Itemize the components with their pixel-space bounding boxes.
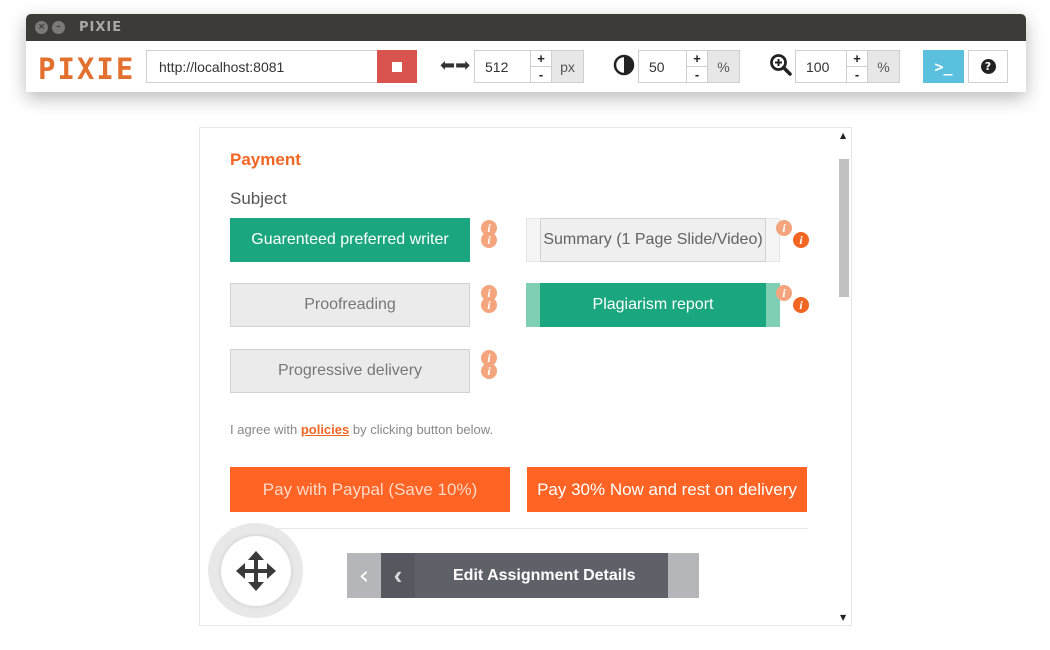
help-button[interactable]: ? — [968, 50, 1008, 83]
edit-assignment-label: Edit Assignment Details — [453, 566, 636, 584]
scroll-up-icon[interactable]: ▲ — [840, 131, 846, 140]
zoom-icon — [769, 53, 793, 82]
chevron-left-icon: ‹ — [358, 560, 370, 591]
move-handle[interactable] — [208, 523, 303, 618]
option-proofreading[interactable]: Proofreading — [230, 283, 470, 327]
title-bar: × – PIXIE — [26, 14, 1026, 41]
width-decrement-button[interactable]: - — [531, 67, 551, 82]
pixie-logo: PIXIE — [38, 52, 136, 86]
zoom-increment-button[interactable]: + — [847, 51, 867, 67]
opacity-decrement-button[interactable]: - — [687, 67, 707, 82]
agreement-prefix: I agree with — [230, 422, 301, 437]
option-guaranteed-writer[interactable]: Guarenteed preferred writer — [230, 218, 470, 262]
pay-paypal-button[interactable]: Pay with Paypal (Save 10%) — [230, 467, 510, 512]
move-arrows-icon — [235, 550, 276, 591]
info-icon[interactable]: i — [793, 297, 809, 313]
zoom-stepper: + - — [846, 50, 868, 83]
console-button[interactable]: >_ — [923, 50, 964, 83]
agreement-text: I agree with policies by clicking button… — [230, 422, 493, 437]
zoom-unit: % — [868, 50, 900, 83]
zoom-decrement-button[interactable]: - — [847, 67, 867, 82]
info-icon[interactable]: i — [776, 220, 792, 236]
minimize-window-icon[interactable]: – — [52, 21, 65, 34]
width-control: + - px — [474, 50, 584, 83]
option-plagiarism[interactable]: Plagiarism report — [540, 283, 766, 327]
help-icon: ? — [980, 59, 996, 74]
contrast-icon — [613, 54, 635, 81]
info-icon[interactable]: i — [776, 285, 792, 301]
close-window-icon[interactable]: × — [35, 21, 48, 34]
opacity-stepper: + - — [686, 50, 708, 83]
zoom-input[interactable] — [795, 50, 846, 83]
stop-button[interactable] — [377, 50, 417, 83]
info-icon[interactable]: i — [481, 297, 497, 313]
zoom-control: + - % — [795, 50, 900, 83]
pay-paypal-label: Pay with Paypal (Save 10%) — [262, 479, 478, 499]
agreement-suffix: by clicking button below. — [349, 422, 494, 437]
url-input[interactable] — [146, 50, 378, 83]
info-icon[interactable]: i — [793, 232, 809, 248]
width-arrows-icon: ⬅➡ — [440, 55, 471, 76]
subject-label: Subject — [230, 189, 287, 208]
pay-30-now-button[interactable]: Pay 30% Now and rest on delivery — [527, 467, 807, 512]
move-handle-inner[interactable] — [220, 535, 291, 606]
terminal-icon: >_ — [934, 57, 953, 76]
payment-heading: Payment — [230, 150, 301, 169]
toolbar: PIXIE ⬅➡ + - px + - % — [26, 41, 1026, 92]
option-progressive-delivery[interactable]: Progressive delivery — [230, 349, 470, 393]
divider — [230, 528, 808, 529]
edit-assignment-button[interactable]: ‹ Edit Assignment Details — [381, 553, 668, 598]
chevron-left-icon: ‹ — [381, 553, 415, 598]
opacity-control: + - % — [638, 50, 740, 83]
pixie-window: × – PIXIE PIXIE ⬅➡ + - px + - % — [26, 14, 1026, 92]
width-stepper: + - — [530, 50, 552, 83]
option-summary[interactable]: Summary (1 Page Slide/Video) — [540, 218, 766, 262]
opacity-unit: % — [708, 50, 740, 83]
scroll-thumb[interactable] — [839, 159, 849, 297]
policies-link[interactable]: policies — [301, 422, 349, 437]
width-increment-button[interactable]: + — [531, 51, 551, 67]
opacity-input[interactable] — [638, 50, 686, 83]
window-title: PIXIE — [79, 20, 123, 35]
info-icon[interactable]: i — [481, 363, 497, 379]
scroll-down-icon[interactable]: ▼ — [840, 613, 846, 622]
stop-icon — [392, 61, 402, 72]
vertical-scrollbar[interactable]: ▲ ▼ — [837, 128, 851, 625]
width-unit: px — [552, 50, 584, 83]
info-icon[interactable]: i — [481, 232, 497, 248]
opacity-increment-button[interactable]: + — [687, 51, 707, 67]
width-input[interactable] — [474, 50, 530, 83]
